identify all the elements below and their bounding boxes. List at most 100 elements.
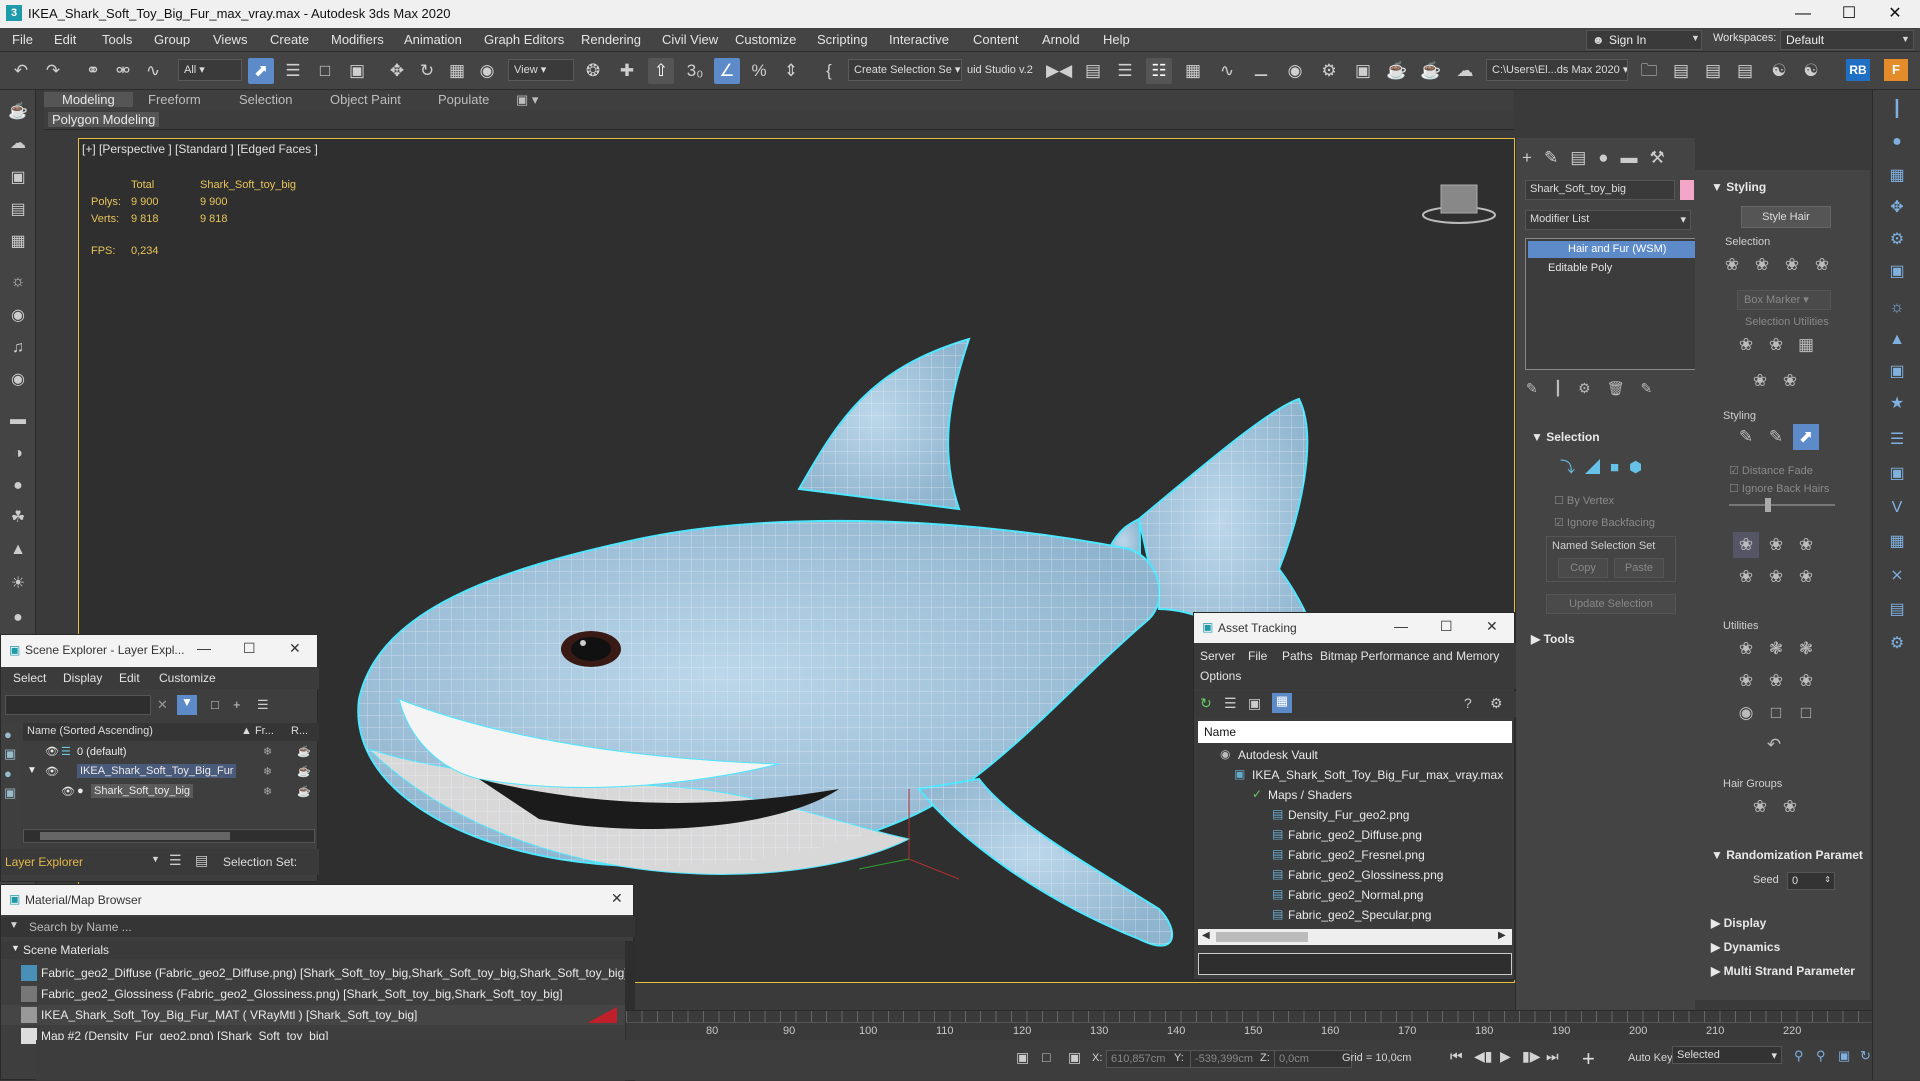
select-by-name-icon[interactable]: ☰ xyxy=(280,58,306,84)
randomization-rollout-title[interactable]: ▼ Randomization Paramet xyxy=(1711,848,1863,862)
export-icon[interactable]: ▤ xyxy=(1732,58,1758,84)
undo-icon[interactable]: ↶ xyxy=(8,58,34,84)
vray-icon[interactable]: V xyxy=(1885,496,1909,520)
select-hair-4-icon[interactable]: ❀ xyxy=(1809,252,1835,278)
auto-key-button[interactable]: Auto Key xyxy=(1628,1052,1673,1064)
by-vertex-checkbox[interactable]: ☐ By Vertex xyxy=(1554,494,1614,507)
asset-tracking-titlebar[interactable]: ▣ Asset Tracking — ☐ ✕ xyxy=(1194,613,1514,643)
film-icon[interactable]: ◉ xyxy=(6,368,30,392)
ignore-back-hairs-checkbox[interactable]: ☐ Ignore Back Hairs xyxy=(1729,482,1829,495)
go-to-start-icon[interactable]: ⏮ xyxy=(1450,1048,1463,1065)
stand-hair-icon[interactable]: ❀ xyxy=(1763,532,1789,558)
menu-modifiers[interactable]: Modifiers xyxy=(331,32,384,47)
menu-server[interactable]: Server xyxy=(1200,649,1235,663)
expand-icon[interactable]: ▼ xyxy=(27,765,37,776)
create-tab-icon[interactable]: + xyxy=(1522,148,1544,167)
maximize-icon[interactable]: ☐ xyxy=(1826,0,1872,28)
ruler-icon[interactable]: ▲ xyxy=(1885,328,1909,352)
teapot-icon[interactable]: ☕ xyxy=(6,100,30,124)
add-layer-icon[interactable]: + xyxy=(233,697,241,712)
network-icon[interactable]: ☯ xyxy=(1766,58,1792,84)
layers-icon[interactable]: ☰ xyxy=(257,697,269,713)
menu-paths[interactable]: Paths xyxy=(1282,649,1313,663)
polygon-modeling-panel[interactable]: Polygon Modeling xyxy=(48,112,160,127)
toggle-scene-explorer-icon[interactable]: ☰ xyxy=(1112,58,1138,84)
edit-named-selection-icon[interactable]: { xyxy=(816,58,842,84)
distance-fade-checkbox[interactable]: ☑ Distance Fade xyxy=(1729,464,1813,477)
scale-hair-icon[interactable]: ❀ xyxy=(1793,564,1819,590)
translate-hair-icon[interactable]: ❀ xyxy=(1733,532,1759,558)
utilities-tab-icon[interactable]: ⚒ xyxy=(1650,148,1677,167)
list-item[interactable]: ▤ Fabric_geo2_Glossiness.png xyxy=(1198,865,1512,885)
brush-size-slider[interactable] xyxy=(1729,504,1835,506)
box-icon[interactable]: ▣ xyxy=(1885,260,1909,284)
render-icon[interactable]: ☕ xyxy=(297,785,311,798)
xyz-icon[interactable]: ⨯ xyxy=(1885,564,1909,588)
hierarchy-icon[interactable]: ▤ xyxy=(195,852,208,869)
ribbon-options-icon[interactable]: ▣ ▾ xyxy=(516,92,538,108)
community-icon[interactable]: ☯ xyxy=(1798,58,1824,84)
tab-populate[interactable]: Populate xyxy=(438,92,489,107)
menu-help[interactable]: Help xyxy=(1103,32,1130,47)
toggle-ribbon-icon[interactable]: ▦ xyxy=(1180,58,1206,84)
asset-col-name[interactable]: Name xyxy=(1198,721,1512,743)
visibility-eye-icon[interactable]: 👁 xyxy=(61,785,75,798)
menu-select[interactable]: Select xyxy=(13,671,46,685)
isolate-icon[interactable]: ▣ xyxy=(1016,1049,1029,1066)
navigate-icon[interactable]: ✥ xyxy=(1885,196,1909,220)
rotate-icon[interactable]: ↻ xyxy=(414,58,440,84)
angle-snap-icon[interactable]: ∠ xyxy=(714,58,740,84)
menu-bitmap-performance[interactable]: Bitmap Performance and Memory xyxy=(1320,649,1499,663)
hairbrush-icon[interactable]: ✎ xyxy=(1733,424,1759,450)
material-search-input[interactable]: Search by Name ... xyxy=(29,920,132,934)
grid-icon[interactable]: ▦ xyxy=(1885,164,1909,188)
viewport-label[interactable]: [+] [Perspective ] [Standard ] [Edged Fa… xyxy=(82,142,318,156)
forest-pack-icon[interactable]: F xyxy=(1884,59,1908,81)
scene-materials-section[interactable]: ▼ Scene Materials xyxy=(1,941,625,959)
brush-size-handle[interactable] xyxy=(1765,498,1771,512)
open-file-icon[interactable]: 🗀 xyxy=(1636,58,1662,84)
menu-interactive[interactable]: Interactive xyxy=(889,32,949,47)
list-item[interactable]: Fabric_geo2_Diffuse (Fabric_geo2_Diffuse… xyxy=(1,963,628,983)
curve-editor-icon[interactable]: ∿ xyxy=(1214,58,1240,84)
list-item[interactable]: ▤ Fabric_geo2_Specular.png xyxy=(1198,905,1512,925)
workspace-dropdown[interactable]: Default ▼ xyxy=(1780,30,1914,50)
redo-icon[interactable]: ↷ xyxy=(40,58,66,84)
render-in-cloud-icon[interactable]: ☁ xyxy=(1452,58,1478,84)
selection-filter-dropdown[interactable]: All ▾ xyxy=(178,59,242,81)
close-icon[interactable]: ✕ xyxy=(1872,0,1918,28)
styling-rollout-title[interactable]: ▼ Styling xyxy=(1711,180,1766,194)
select-manipulate-icon[interactable]: ✚ xyxy=(614,58,640,84)
render-icon[interactable]: ☕ xyxy=(297,765,311,778)
move-icon[interactable]: ✥ xyxy=(384,58,410,84)
orb-icon[interactable]: ● xyxy=(1885,130,1909,154)
settings-icon[interactable]: ⚙ xyxy=(1885,632,1909,656)
rectangular-selection-icon[interactable]: □ xyxy=(312,58,338,84)
sound-icon[interactable]: ♫ xyxy=(6,336,30,360)
rendered-frame-window-icon[interactable]: ▣ xyxy=(1350,58,1376,84)
bind-space-warp-icon[interactable]: ∿ xyxy=(140,58,166,84)
material-browser-titlebar[interactable]: ▣ Material/Map Browser ✕ xyxy=(1,885,633,915)
dome-icon[interactable]: ◑ xyxy=(6,442,30,466)
light-icon[interactable]: ☼ xyxy=(6,270,30,294)
pot-icon[interactable]: ☘ xyxy=(6,506,30,530)
chevron-down-icon[interactable]: ▼ xyxy=(9,920,19,931)
image-icon[interactable]: ▣ xyxy=(6,166,30,190)
pipe-icon[interactable]: ┃ xyxy=(1885,98,1909,122)
style-hair-button[interactable]: Style Hair xyxy=(1741,206,1831,228)
stack-controls[interactable]: ✎┃⚙🗑✎ xyxy=(1526,380,1668,397)
menu-arnold[interactable]: Arnold xyxy=(1042,32,1080,47)
layers-icon[interactable]: ☰ xyxy=(169,852,182,869)
freeze-icon[interactable]: ❄ xyxy=(263,745,272,758)
styling-icons[interactable]: ✎ ✎ ⬈ xyxy=(1731,424,1821,450)
padlock-icon[interactable]: □ xyxy=(1763,700,1789,726)
menu-file[interactable]: File xyxy=(1248,649,1267,663)
mirror-icon[interactable]: ▶◀ xyxy=(1046,58,1072,84)
lock-icon[interactable]: □ xyxy=(211,697,219,712)
menu-civil-view[interactable]: Civil View xyxy=(662,32,718,47)
show-icon[interactable]: ❀ xyxy=(1777,368,1803,394)
menu-animation[interactable]: Animation xyxy=(404,32,462,47)
stack-icon[interactable]: ☰ xyxy=(1885,428,1909,452)
layer-explorer-dropdown[interactable]: Layer Explorer xyxy=(5,855,83,869)
utilities-icons-2[interactable]: ❀ ❀ ❀ xyxy=(1731,668,1821,694)
